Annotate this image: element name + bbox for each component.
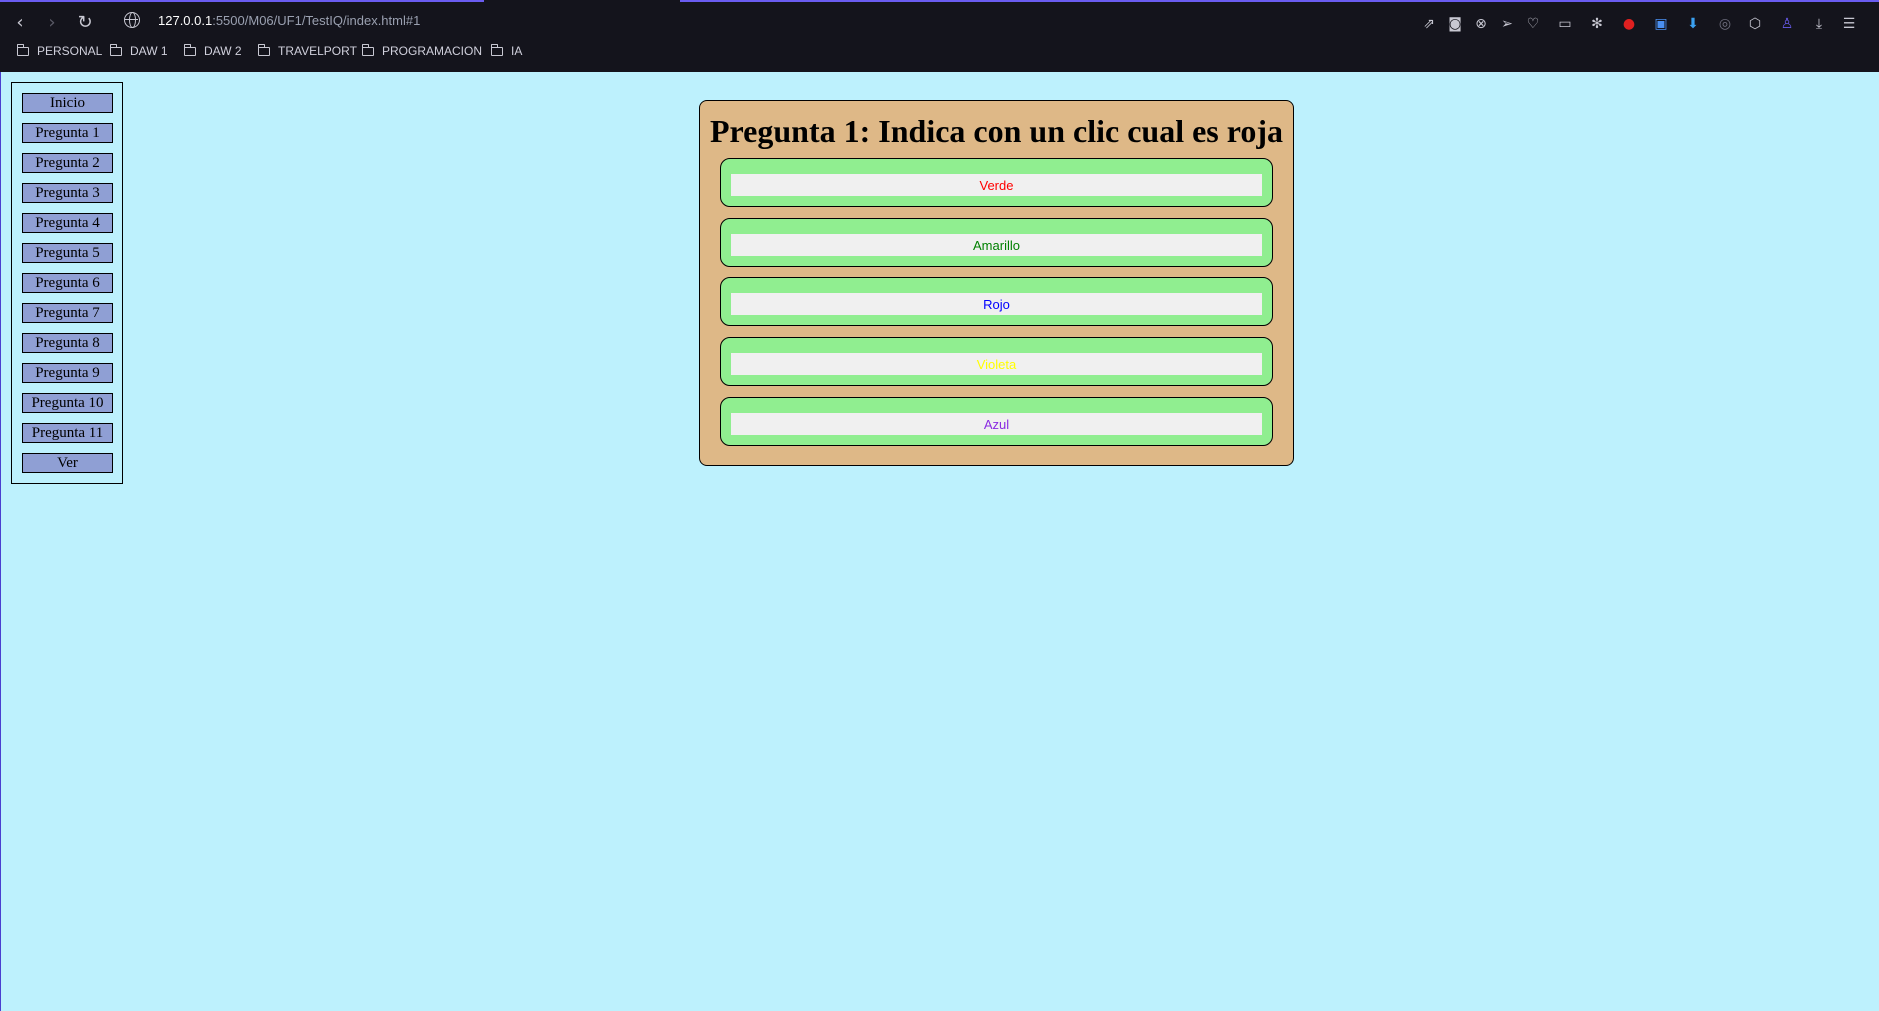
answer-option: Violeta xyxy=(720,337,1273,386)
bookmark-label: PERSONAL xyxy=(37,44,103,58)
back-icon[interactable]: ‹ xyxy=(8,10,32,34)
forward-icon[interactable]: › xyxy=(40,10,64,34)
tab-indicator xyxy=(680,0,1879,2)
sidebar-item-pregunta-6[interactable]: Pregunta 6 xyxy=(22,273,113,293)
extension-icons: ⇗ ◙ ⊗ ➢ ♡ ▭ ✻ ● ▣ ⬇ ◎ ⬡ ♙ ⤓ ☰ xyxy=(1419,14,1879,38)
folder-icon xyxy=(184,43,196,56)
reader-icon[interactable]: ▭ xyxy=(1555,14,1575,34)
menu-icon[interactable]: ☰ xyxy=(1839,14,1859,34)
answer-option: Rojo xyxy=(720,277,1273,326)
sidebar-item-pregunta-7[interactable]: Pregunta 7 xyxy=(22,303,113,323)
camera-icon[interactable]: ◙ xyxy=(1445,14,1465,34)
bookmark-personal[interactable]: PERSONAL xyxy=(17,43,103,58)
stop-hand-icon[interactable]: ● xyxy=(1619,14,1639,34)
bookmark-label: TRAVELPORT xyxy=(278,44,357,58)
sidebar-item-pregunta-9[interactable]: Pregunta 9 xyxy=(22,363,113,383)
answer-button-violeta[interactable]: Violeta xyxy=(731,353,1262,375)
reload-icon[interactable]: ↻ xyxy=(73,10,97,34)
sidebar-item-pregunta-8[interactable]: Pregunta 8 xyxy=(22,333,113,353)
bookmark-label: DAW 2 xyxy=(204,44,242,58)
browser-chrome: ‹ › ↻ 127.0.0.1:5500/M06/UF1/TestIQ/inde… xyxy=(0,0,1879,72)
folder-icon xyxy=(491,43,503,56)
toolbar: ‹ › ↻ 127.0.0.1:5500/M06/UF1/TestIQ/inde… xyxy=(0,6,1879,36)
sidebar-item-pregunta-10[interactable]: Pregunta 10 xyxy=(22,393,113,413)
question-panel: Pregunta 1: Indica con un clic cual es r… xyxy=(699,100,1294,466)
translate-icon[interactable]: ▣ xyxy=(1651,14,1671,34)
answer-button-azul[interactable]: Azul xyxy=(731,413,1262,435)
sidebar-item-pregunta-11[interactable]: Pregunta 11 xyxy=(22,423,113,443)
folder-icon xyxy=(17,43,29,56)
site-info-icon[interactable] xyxy=(124,12,140,28)
folder-icon xyxy=(258,43,270,56)
bookmark-label: DAW 1 xyxy=(130,44,168,58)
page-edge xyxy=(0,72,1,1011)
address-bar[interactable]: 127.0.0.1:5500/M06/UF1/TestIQ/index.html… xyxy=(158,13,420,28)
heart-icon[interactable]: ♡ xyxy=(1523,14,1543,34)
sidebar-item-pregunta-2[interactable]: Pregunta 2 xyxy=(22,153,113,173)
user-icon[interactable]: ♙ xyxy=(1777,14,1797,34)
answer-button-verde[interactable]: Verde xyxy=(731,174,1262,196)
tab-indicator xyxy=(0,0,484,2)
bookmark-label: PROGRAMACION xyxy=(382,44,483,58)
bookmarks-bar: PERSONAL DAW 1 DAW 2 TRAVELPORT PROGRAMA… xyxy=(0,43,1879,64)
question-title: Pregunta 1: Indica con un clic cual es r… xyxy=(709,113,1284,149)
url-path: :5500/M06/UF1/TestIQ/index.html#1 xyxy=(212,13,421,28)
bookmark-ia[interactable]: IA xyxy=(491,43,523,58)
sidebar-item-ver[interactable]: Ver xyxy=(22,453,113,473)
sidebar-nav: Inicio Pregunta 1 Pregunta 2 Pregunta 3 … xyxy=(11,82,123,484)
folder-icon xyxy=(362,43,374,56)
bookmark-travelport[interactable]: TRAVELPORT xyxy=(258,43,357,58)
sidebar-item-pregunta-4[interactable]: Pregunta 4 xyxy=(22,213,113,233)
sidebar-item-pregunta-5[interactable]: Pregunta 5 xyxy=(22,243,113,263)
url-host: 127.0.0.1 xyxy=(158,13,213,28)
bookmark-daw1[interactable]: DAW 1 xyxy=(110,43,168,58)
answer-option: Verde xyxy=(720,158,1273,207)
bookmark-programacion[interactable]: PROGRAMACION xyxy=(362,43,483,58)
downloads-icon[interactable]: ⤓ xyxy=(1809,14,1829,34)
shield-x-icon[interactable]: ⊗ xyxy=(1471,14,1491,34)
sidebar-item-pregunta-3[interactable]: Pregunta 3 xyxy=(22,183,113,203)
send-icon[interactable]: ➢ xyxy=(1497,14,1517,34)
answer-button-rojo[interactable]: Rojo xyxy=(731,293,1262,315)
circle-target-icon[interactable]: ◎ xyxy=(1715,14,1735,34)
answer-button-amarillo[interactable]: Amarillo xyxy=(731,234,1262,256)
bookmark-daw2[interactable]: DAW 2 xyxy=(184,43,242,58)
cube-icon[interactable]: ⬡ xyxy=(1745,14,1765,34)
answer-option: Amarillo xyxy=(720,218,1273,267)
download-arrow-icon[interactable]: ⬇ xyxy=(1683,14,1703,34)
bookmark-label: IA xyxy=(511,44,523,58)
sidebar-item-inicio[interactable]: Inicio xyxy=(22,93,113,113)
atom-icon[interactable]: ✻ xyxy=(1587,14,1607,34)
folder-icon xyxy=(110,43,122,56)
share-icon[interactable]: ⇗ xyxy=(1419,14,1439,34)
answer-option: Azul xyxy=(720,397,1273,446)
sidebar-item-pregunta-1[interactable]: Pregunta 1 xyxy=(22,123,113,143)
